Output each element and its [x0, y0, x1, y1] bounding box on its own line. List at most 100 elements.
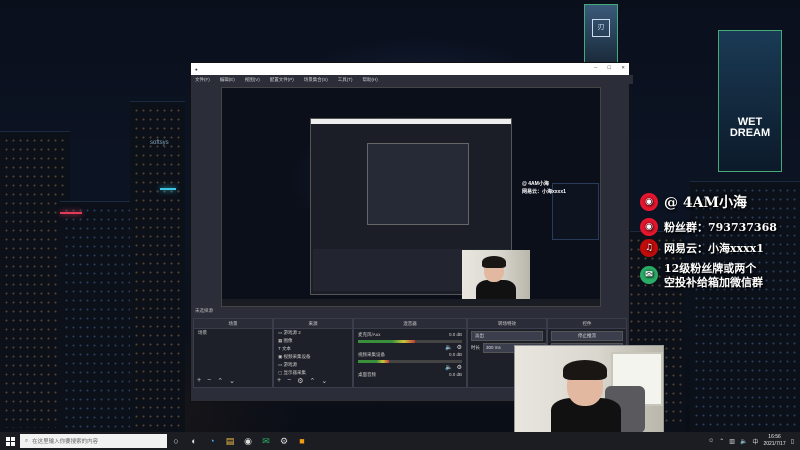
search-icon: ⌕	[25, 437, 29, 444]
duration-label: 时长	[471, 345, 480, 350]
clock-time: 16:56	[768, 434, 781, 440]
taskbar-clock[interactable]: 16:56 2021/7/17	[763, 434, 785, 448]
monitor-icon: ▢	[278, 370, 283, 375]
wechat-icon[interactable]: ✉	[257, 432, 275, 450]
weibo-icon: ◉	[640, 193, 658, 211]
scenes-dock: 场景 场景 + − ⌃ ⌄	[193, 318, 273, 388]
billboard: 刃	[584, 4, 618, 64]
task-view-icon[interactable]: ○	[167, 432, 185, 450]
scenes-dock-header: 场景	[194, 319, 272, 329]
transitions-dock-header: 转场特效	[468, 319, 546, 329]
neon-sign	[60, 212, 82, 214]
windows-taskbar: ⌕ 在这里输入你要搜索的内容 ○ ◐ ◔ ▤ ◉ ✉ ⚙ ■ ☺ ⌃ ▥ 🔈 中…	[0, 432, 800, 450]
nested-webcam	[462, 250, 530, 302]
speaker-icon[interactable]: 🔈	[445, 344, 452, 351]
overlay-fan-group-row: ◉ 粉丝群：793737368	[640, 218, 777, 236]
mixer-channel: 桌面音频 0.0 dB	[358, 372, 462, 377]
taskbar-search-box[interactable]: ⌕ 在这里输入你要搜索的内容	[20, 434, 167, 448]
text-icon: T	[278, 346, 281, 351]
menu-profile[interactable]: 配置文件(P)	[270, 77, 294, 83]
mixer-dock: 混音器 麦克风/Aux 0.0 dB 🔈 ⚙ 视频采集设备 0.0 dB 🔈 ⚙ 桌面音…	[353, 318, 467, 388]
overlay-weibo-row: ◉ @ 4AM小海	[640, 192, 747, 212]
menu-edit[interactable]: 编辑(E)	[220, 77, 235, 83]
neon-sign	[160, 188, 176, 190]
source-item[interactable]: ▭ 游戏源 2	[274, 329, 352, 337]
chevron-up-icon[interactable]: ⌃	[719, 438, 724, 445]
obs-menu-bar: 文件(F) 编辑(E) 视图(V) 配置文件(P) 场景集合(S) 工具(T) …	[191, 75, 633, 84]
menu-file[interactable]: 文件(F)	[195, 77, 210, 83]
gear-icon[interactable]: ⚙	[457, 344, 462, 351]
game-capture-icon: ▭	[278, 330, 283, 335]
settings-icon[interactable]: ⚙	[275, 432, 293, 450]
remove-icon[interactable]: −	[207, 377, 211, 385]
clock-date: 2021/7/17	[763, 441, 786, 447]
file-explorer-icon[interactable]: ▤	[221, 432, 239, 450]
mixer-dock-header: 混音器	[354, 319, 466, 329]
start-button[interactable]	[0, 432, 20, 450]
source-item[interactable]: T 文本	[274, 345, 352, 353]
netease-music-icon: ♫	[640, 239, 658, 257]
source-item[interactable]: ▢ 显示器采集	[274, 369, 352, 377]
obs-logo-icon: ●	[195, 66, 198, 72]
maximize-icon[interactable]: ☐	[607, 65, 611, 71]
minimize-icon[interactable]: ─	[594, 65, 597, 71]
source-item[interactable]: ▭ 游戏源	[274, 361, 352, 369]
source-item[interactable]: ▦ 图像	[274, 337, 352, 345]
close-icon[interactable]: ✕	[621, 65, 625, 71]
search-placeholder: 在这里输入你要搜索的内容	[32, 439, 99, 445]
obs-icon[interactable]: ◉	[239, 432, 257, 450]
overlay-wechat-row: ✉ 12级粉丝牌或两个 空投补给箱加微信群	[640, 262, 763, 290]
speaker-icon[interactable]: 🔈	[445, 364, 452, 371]
game-capture-icon: ▭	[278, 362, 283, 367]
add-icon[interactable]: +	[197, 377, 201, 385]
billboard: WET DREAM	[718, 30, 782, 172]
building	[130, 101, 185, 432]
obs-preview[interactable]: @ 4AM小海 网易云：小海xxxx1	[221, 87, 601, 307]
building-sign: softsys	[150, 140, 169, 146]
stop-streaming-button[interactable]: 停止推流	[551, 331, 623, 341]
camera-icon: ▣	[278, 354, 283, 359]
image-icon: ▦	[278, 338, 283, 343]
user-icon[interactable]: ☺	[708, 438, 714, 444]
scene-item[interactable]: 场景	[194, 329, 272, 337]
steam-icon[interactable]: ◐	[185, 432, 203, 450]
transition-select[interactable]: 淡出	[471, 331, 543, 341]
move-down-icon[interactable]: ⌄	[321, 377, 327, 385]
move-down-icon[interactable]: ⌄	[229, 377, 235, 385]
ime-icon[interactable]: 中	[752, 437, 758, 446]
wechat-icon: ✉	[640, 266, 658, 284]
controls-dock-header: 控件	[548, 319, 626, 329]
notification-icon[interactable]: ▯	[791, 438, 794, 445]
overlay-netease: 网易云：小海xxxx1	[664, 242, 764, 255]
menu-scene-collection[interactable]: 场景集合(S)	[304, 77, 328, 83]
sources-dock-header: 来源	[274, 319, 352, 329]
move-up-icon[interactable]: ⌃	[309, 377, 315, 385]
mixer-channel: 视频采集设备 0.0 dB 🔈 ⚙	[358, 352, 462, 371]
mixer-channel: 麦克风/Aux 0.0 dB 🔈 ⚙	[358, 332, 462, 351]
gear-icon[interactable]: ⚙	[297, 377, 303, 385]
menu-tools[interactable]: 工具(T)	[338, 77, 353, 83]
edge-icon[interactable]: ◔	[203, 432, 221, 450]
network-icon[interactable]: ▥	[729, 438, 735, 445]
remove-icon[interactable]: −	[287, 377, 291, 385]
obs-title-bar[interactable]: ● ─ ☐ ✕	[191, 63, 629, 75]
source-item[interactable]: ▣ 视频采集设备	[274, 353, 352, 361]
nested-overlay-text: @ 4AM小海 网易云：小海xxxx1	[522, 181, 566, 195]
move-up-icon[interactable]: ⌃	[217, 377, 223, 385]
windows-logo-icon	[5, 436, 15, 446]
overlay-fan-group: 粉丝群：793737368	[664, 221, 777, 234]
volume-icon[interactable]: 🔈	[740, 438, 747, 445]
building	[60, 201, 140, 432]
sources-dock: 来源 ▭ 游戏源 2 ▦ 图像 T 文本 ▣ 视频采集设备 ▭ 游戏源 ▢ 显示…	[273, 318, 353, 388]
add-icon[interactable]: +	[277, 377, 281, 385]
weibo-icon: ◉	[640, 218, 658, 236]
overlay-wechat-line1: 12级粉丝牌或两个	[664, 262, 757, 275]
overlay-wechat-line2: 空投补给箱加微信群	[664, 276, 763, 289]
overlay-netease-row: ♫ 网易云：小海xxxx1	[640, 239, 764, 257]
menu-help[interactable]: 帮助(H)	[363, 77, 378, 83]
webcam-feed	[514, 345, 664, 434]
gear-icon[interactable]: ⚙	[457, 364, 462, 371]
app-icon[interactable]: ■	[293, 432, 311, 450]
menu-view[interactable]: 视图(V)	[245, 77, 260, 83]
system-tray: ☺ ⌃ ▥ 🔈 中 16:56 2021/7/17 ▯	[708, 432, 794, 450]
